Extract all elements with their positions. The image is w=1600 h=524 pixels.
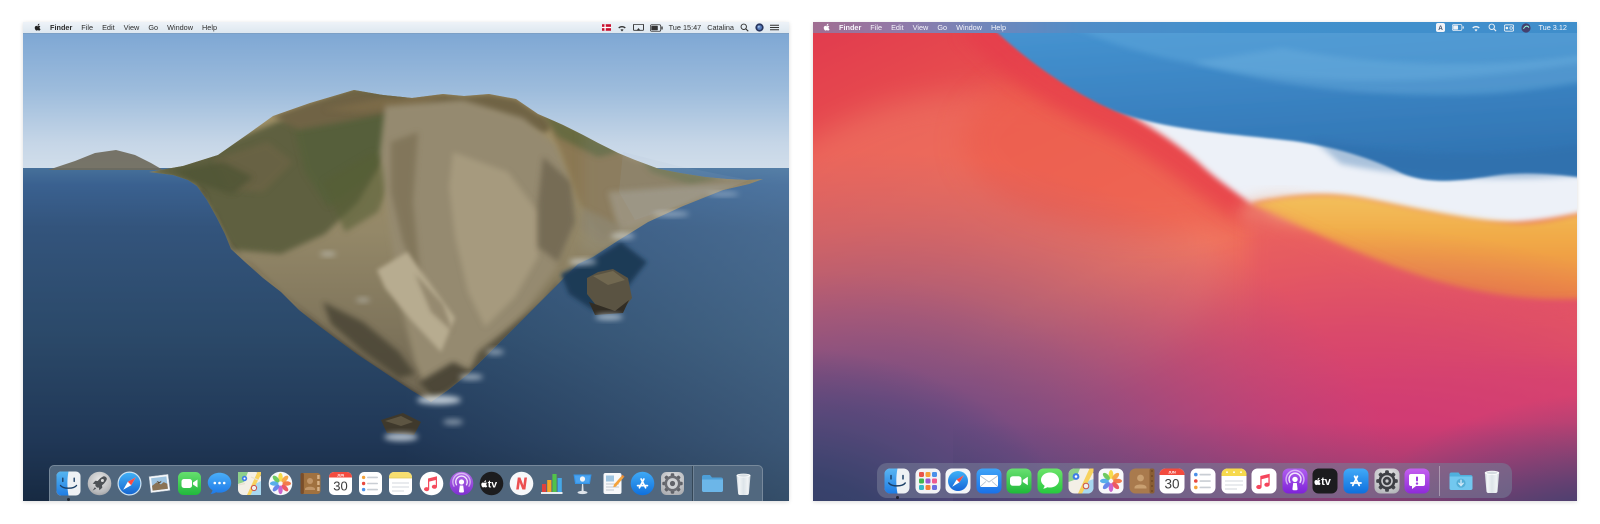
svg-text:JUN: JUN [337,473,345,477]
svg-text:30: 30 [333,479,347,494]
svg-text:tv: tv [1321,476,1332,488]
svg-text:A: A [1439,25,1444,32]
svg-text:JUN: JUN [1169,470,1177,474]
svg-text:30: 30 [1165,476,1180,491]
svg-text:tv: tv [488,479,497,491]
